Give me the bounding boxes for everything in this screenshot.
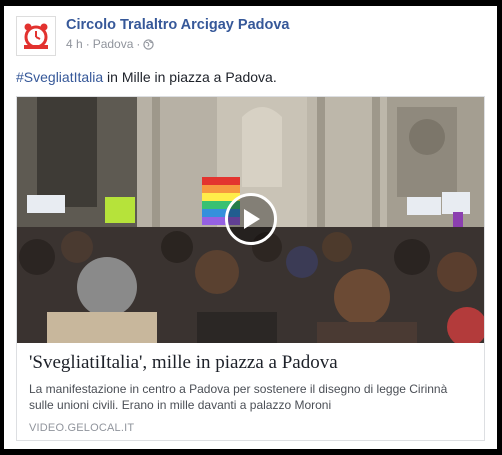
video-thumbnail[interactable]: [17, 97, 484, 343]
link-card-source: VIDEO.GELOCAL.IT: [29, 422, 135, 434]
post-time[interactable]: 4 h: [66, 37, 83, 51]
post-text: #SvegliatItalia in Mille in piazza a Pad…: [16, 69, 277, 85]
meta-separator: ·: [136, 37, 141, 51]
post-meta: 4 h · Padova ·: [66, 37, 155, 51]
facebook-post: Circolo Tralaltro Arcigay Padova 4 h · P…: [4, 6, 497, 449]
globe-icon[interactable]: [143, 38, 155, 50]
page-avatar[interactable]: [16, 16, 56, 56]
link-card-title[interactable]: 'SvegliatiItalia', mille in piazza a Pad…: [29, 352, 338, 374]
hashtag-link[interactable]: #SvegliatItalia: [16, 69, 103, 85]
play-icon: [244, 209, 260, 229]
link-card-body[interactable]: 'SvegliatiItalia', mille in piazza a Pad…: [17, 343, 484, 440]
meta-separator: ·: [85, 37, 90, 51]
post-location[interactable]: Padova: [93, 37, 134, 51]
post-text-body: in Mille in piazza a Padova.: [103, 69, 277, 85]
alarm-clock-logo-icon: [24, 23, 48, 49]
link-preview-card[interactable]: 'SvegliatiItalia', mille in piazza a Pad…: [16, 96, 485, 441]
link-card-description: La manifestazione in centro a Padova per…: [29, 382, 448, 412]
play-button[interactable]: [225, 193, 277, 245]
page-name-link[interactable]: Circolo Tralaltro Arcigay Padova: [66, 17, 289, 33]
post-header: Circolo Tralaltro Arcigay Padova 4 h · P…: [16, 14, 489, 58]
